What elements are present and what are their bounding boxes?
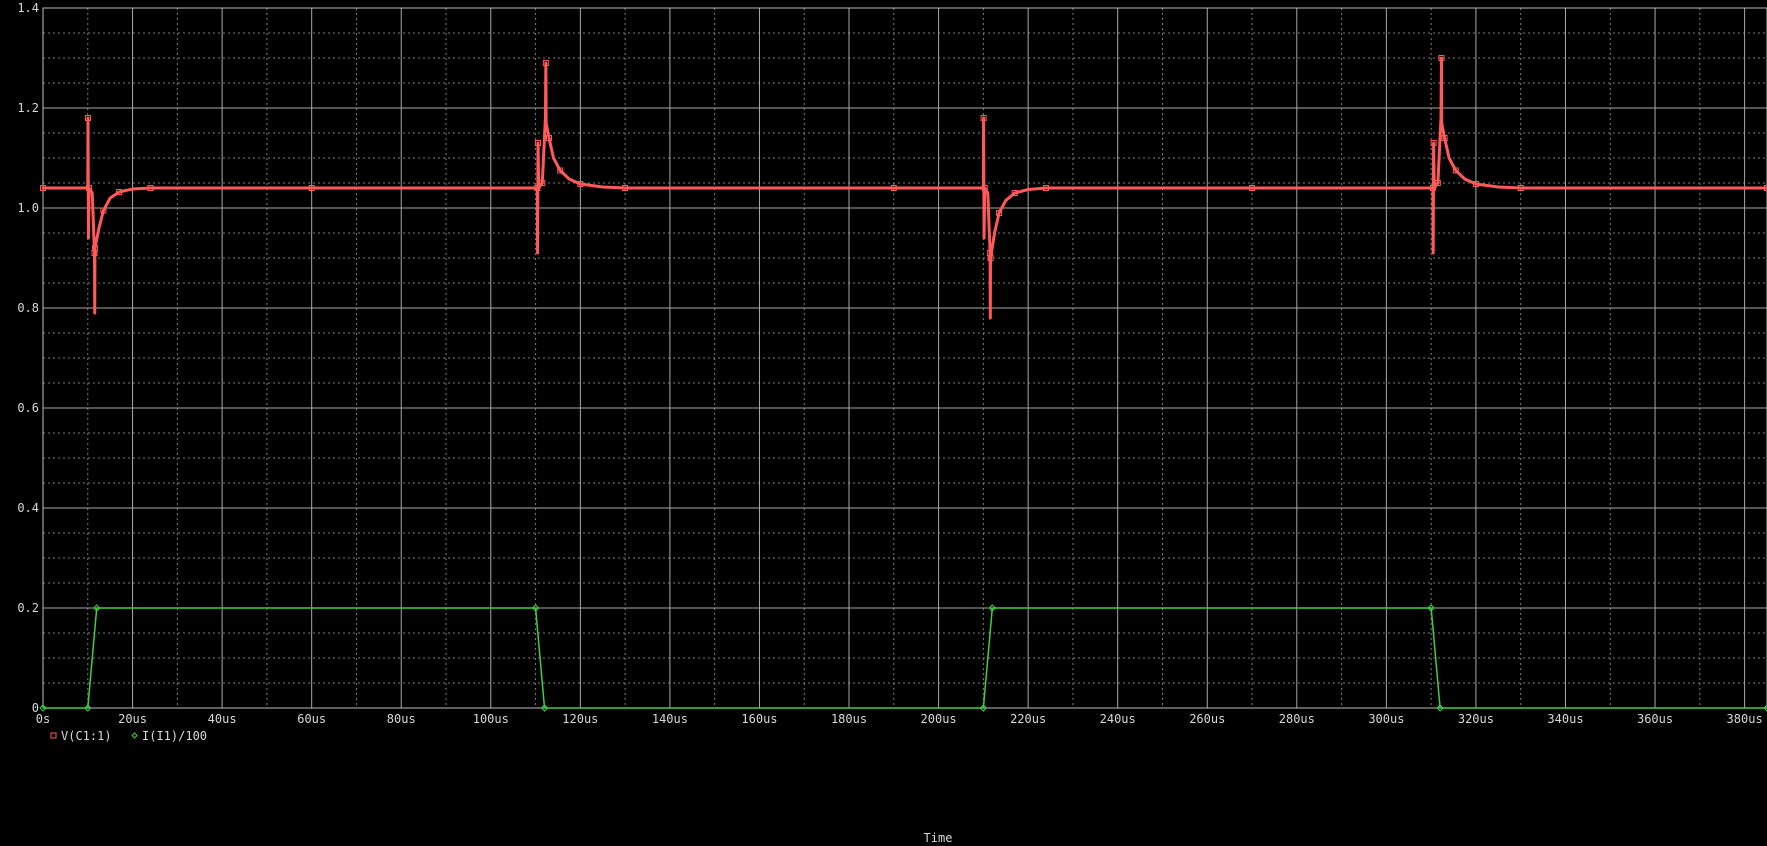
y-tick-label: 0.8 xyxy=(17,301,39,315)
x-tick-label: 160us xyxy=(741,712,777,726)
chart-background xyxy=(0,0,1767,846)
x-tick-label: 280us xyxy=(1279,712,1315,726)
x-tick-label: 240us xyxy=(1100,712,1136,726)
x-axis-title: Time xyxy=(924,831,953,845)
x-tick-label: 40us xyxy=(208,712,237,726)
x-tick-label: 320us xyxy=(1458,712,1494,726)
x-tick-label: 220us xyxy=(1010,712,1046,726)
legend-current: I(I1)/100 xyxy=(142,729,207,743)
x-tick-label: 100us xyxy=(473,712,509,726)
x-tick-label: 180us xyxy=(831,712,867,726)
legend-voltage: V(C1:1) xyxy=(61,729,112,743)
x-tick-label: 200us xyxy=(921,712,957,726)
y-tick-label: 1.4 xyxy=(17,1,39,15)
chart: 00.20.40.60.81.01.21.4 0s 20us 40us 60us 80u… xyxy=(0,0,1767,846)
y-tick-label: 1.0 xyxy=(17,201,39,215)
x-tick-label: 80us xyxy=(387,712,416,726)
y-tick-label: 1.2 xyxy=(17,101,39,115)
x-tick-label: 0s xyxy=(36,712,50,726)
x-tick-label: 120us xyxy=(562,712,598,726)
x-tick-label: 360us xyxy=(1637,712,1673,726)
y-tick-label: 0.6 xyxy=(17,401,39,415)
x-tick-label: 140us xyxy=(652,712,688,726)
x-tick-label: 60us xyxy=(297,712,326,726)
x-tick-label: 380us xyxy=(1727,712,1763,726)
x-tick-label: 300us xyxy=(1368,712,1404,726)
y-tick-label: 0.4 xyxy=(17,501,39,515)
x-tick-label: 340us xyxy=(1547,712,1583,726)
x-tick-label: 260us xyxy=(1189,712,1225,726)
x-tick-label: 20us xyxy=(118,712,147,726)
y-tick-label: 0.2 xyxy=(17,601,39,615)
